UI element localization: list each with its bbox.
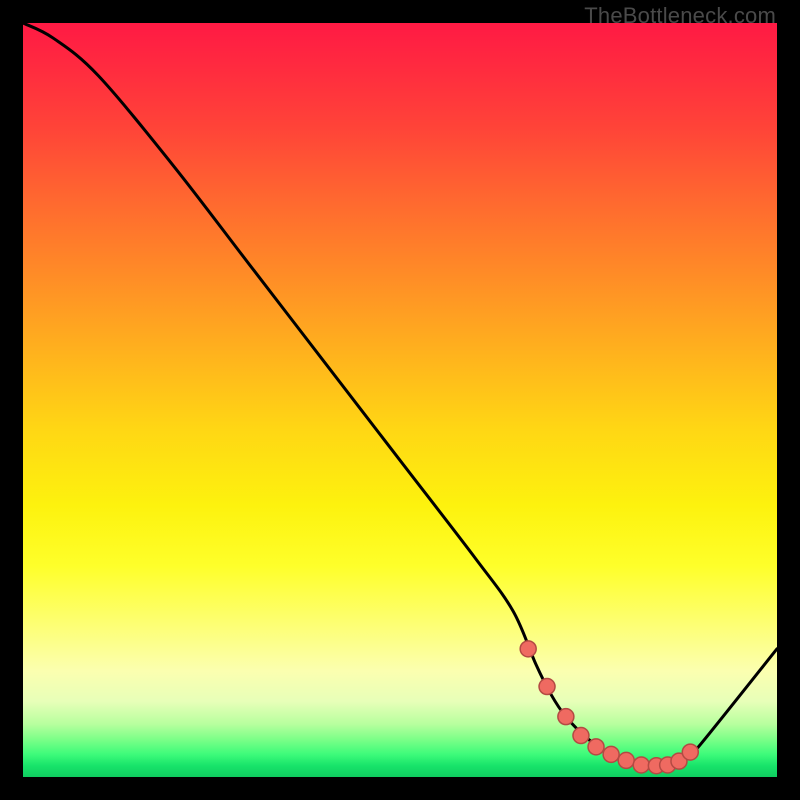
data-point-marker <box>633 757 649 773</box>
markers-group <box>520 641 698 774</box>
data-point-marker <box>603 746 619 762</box>
data-point-marker <box>573 728 589 744</box>
chart-frame: TheBottleneck.com <box>0 0 800 800</box>
data-point-marker <box>558 709 574 725</box>
data-point-marker <box>520 641 536 657</box>
data-point-marker <box>588 739 604 755</box>
chart-overlay <box>23 23 777 777</box>
plot-area <box>23 23 777 777</box>
data-point-marker <box>539 679 555 695</box>
data-point-marker <box>682 744 698 760</box>
bottleneck-curve <box>23 23 777 767</box>
data-point-marker <box>618 752 634 768</box>
watermark-text: TheBottleneck.com <box>584 3 776 29</box>
